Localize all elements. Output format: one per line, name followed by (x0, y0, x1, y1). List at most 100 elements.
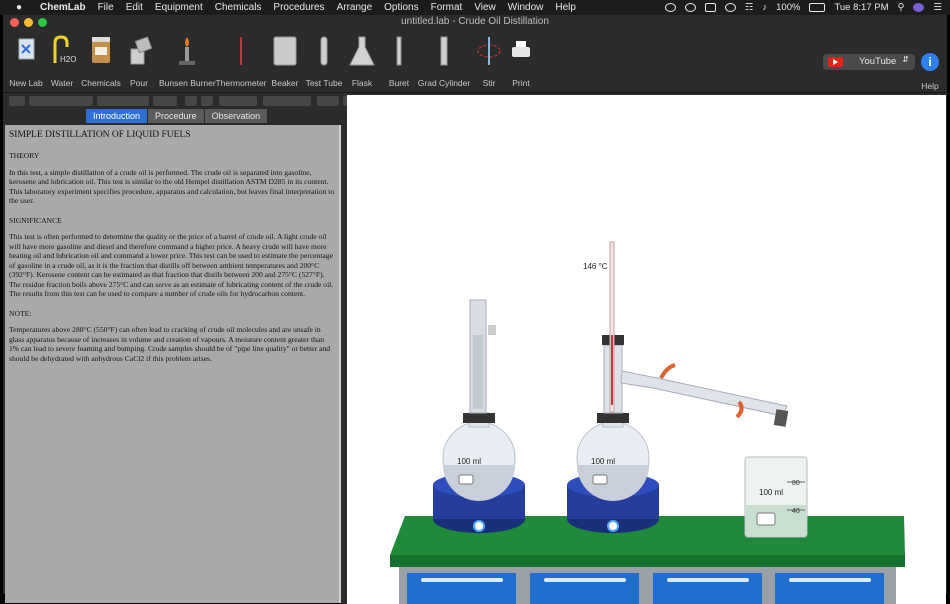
test-tube-button[interactable]: Test Tube (305, 31, 343, 92)
beaker-button[interactable]: Beaker (269, 31, 301, 92)
theory-text: In this test, a simple distillation of a… (9, 167, 335, 206)
new-lab-label: New Lab (9, 78, 43, 88)
menu-options[interactable]: Options (384, 2, 418, 13)
menu-equipment[interactable]: Equipment (155, 2, 203, 13)
water-inlet-hose (659, 363, 676, 379)
battery-percent: 100% (776, 2, 801, 13)
alignment-group[interactable] (263, 96, 311, 106)
drawer-3 (653, 573, 762, 604)
creative-cloud-icon[interactable] (664, 3, 676, 12)
font-size-select[interactable] (153, 96, 177, 106)
drawer-handle-4 (789, 578, 871, 582)
menu-edit[interactable]: Edit (126, 2, 143, 13)
youtube-select[interactable]: YouTube ⇵ (823, 54, 915, 70)
note-text: Temperatures above 288°C (550°F) can oft… (9, 325, 331, 363)
print-label: Print (512, 78, 530, 88)
youtube-play-icon (833, 59, 838, 65)
menu-bar: ● ChemLab File Edit Equipment Chemicals … (0, 0, 950, 15)
notification-center-icon[interactable]: ☰ (933, 2, 942, 13)
apple-icon[interactable]: ● (12, 2, 26, 13)
thermometer-reading: 146 °C (583, 262, 608, 271)
thermometer-label: Thermometer (215, 78, 267, 88)
chemicals-icon (92, 37, 110, 63)
new-lab-icon (18, 38, 35, 60)
app-window: untitled.lab - Crude Oil Distillation Ne… (3, 15, 947, 604)
reflux-condenser[interactable] (469, 299, 496, 414)
menu-view[interactable]: View (474, 2, 496, 13)
drawer-2 (530, 573, 639, 604)
thermometer-icon (240, 37, 242, 65)
pour-icon (130, 36, 153, 65)
hot-plate-2-knob (607, 520, 619, 532)
flask-2-label-box (592, 474, 608, 485)
water-button[interactable]: H2O Water (47, 31, 77, 92)
menu-format[interactable]: Format (431, 2, 463, 13)
tab-procedure[interactable]: Procedure (148, 109, 204, 123)
tab-introduction[interactable]: Introduction (86, 109, 148, 123)
menu-help[interactable]: Help (555, 2, 576, 13)
select-arrows-icon: ⇵ (902, 55, 909, 64)
bold-italic-underline-group[interactable] (219, 96, 257, 106)
print-button[interactable]: Print (507, 31, 535, 92)
chemicals-button[interactable]: Chemicals (81, 31, 121, 92)
note-heading: NOTE: (9, 308, 32, 318)
pour-button[interactable]: Pour (123, 31, 155, 92)
thermometer-button[interactable]: Thermometer (215, 31, 267, 92)
search-icon[interactable]: ⚲ (898, 2, 905, 13)
water-formula: H2O (60, 55, 76, 64)
style-select[interactable] (9, 96, 25, 106)
buret-button[interactable]: Buret (385, 31, 413, 92)
beaker-mark-80: 80 (792, 480, 800, 487)
time-machine-icon[interactable] (724, 3, 736, 12)
document-tabs: Introduction Procedure Observation (86, 109, 268, 123)
menu-chemlab[interactable]: ChemLab (40, 2, 86, 13)
liebig-condenser[interactable] (620, 363, 789, 427)
thermometer[interactable] (609, 241, 615, 413)
airplay-icon[interactable] (704, 3, 716, 12)
grad-cylinder-label: Grad Cylinder (417, 78, 471, 88)
sync-icon[interactable] (684, 3, 696, 12)
receiving-beaker[interactable] (744, 456, 808, 538)
menu-arrange[interactable]: Arrange (337, 2, 373, 13)
menu-file[interactable]: File (98, 2, 114, 13)
flask-label: Flask (351, 78, 373, 88)
introduction-text-pane[interactable]: SIMPLE DISTILLATION OF LIQUID FUELS THEO… (5, 125, 339, 603)
significance-text: This test is often performed to determin… (9, 232, 334, 298)
drawer-1 (407, 573, 516, 604)
line-spacing-select[interactable] (317, 96, 339, 106)
drawer-handle-3 (667, 578, 749, 582)
menu-window[interactable]: Window (508, 2, 544, 13)
wifi-icon[interactable]: ☶ (745, 2, 754, 13)
battery-icon[interactable] (809, 3, 826, 12)
lab-canvas[interactable]: 100 ml 100 ml 146 °C 100 ml 80 40 (347, 95, 946, 604)
siri-icon[interactable] (913, 3, 925, 12)
title-bar: untitled.lab - Crude Oil Distillation (3, 15, 947, 31)
menu-procedures[interactable]: Procedures (273, 2, 324, 13)
tab-observation[interactable]: Observation (204, 109, 268, 123)
volume-icon[interactable]: ♪ (762, 2, 767, 13)
bunsen-burner-button[interactable]: Bunsen Burner (159, 31, 216, 92)
water-icon: H2O (53, 35, 76, 64)
font-style-select[interactable] (97, 96, 149, 106)
menu-chemicals[interactable]: Chemicals (215, 2, 262, 13)
beaker-label-box (756, 512, 776, 526)
grad-cylinder-button[interactable]: Grad Cylinder (417, 31, 471, 92)
flask-button[interactable]: Flask (345, 31, 379, 92)
flask-1-clamp (463, 413, 495, 423)
print-icon (512, 41, 530, 57)
bunsen-burner-icon (179, 37, 195, 65)
font-family-select[interactable] (29, 96, 93, 106)
lab-scene: 100 ml 100 ml 146 °C 100 ml 80 40 (390, 241, 905, 604)
new-lab-button[interactable]: New Lab (6, 31, 46, 92)
help-label: Help (921, 81, 939, 91)
clock[interactable]: Tue 8:17 PM (834, 2, 888, 13)
window-title: untitled.lab - Crude Oil Distillation (401, 16, 549, 27)
stir-icon (477, 37, 501, 65)
highlight-color-button[interactable] (201, 96, 213, 106)
buret-icon (396, 36, 402, 66)
stir-button[interactable]: Stir (475, 31, 503, 92)
text-color-button[interactable] (185, 96, 197, 106)
flask-2-clamp (597, 413, 629, 423)
theory-heading: THEORY (9, 151, 40, 160)
help-icon[interactable]: i (921, 53, 939, 71)
